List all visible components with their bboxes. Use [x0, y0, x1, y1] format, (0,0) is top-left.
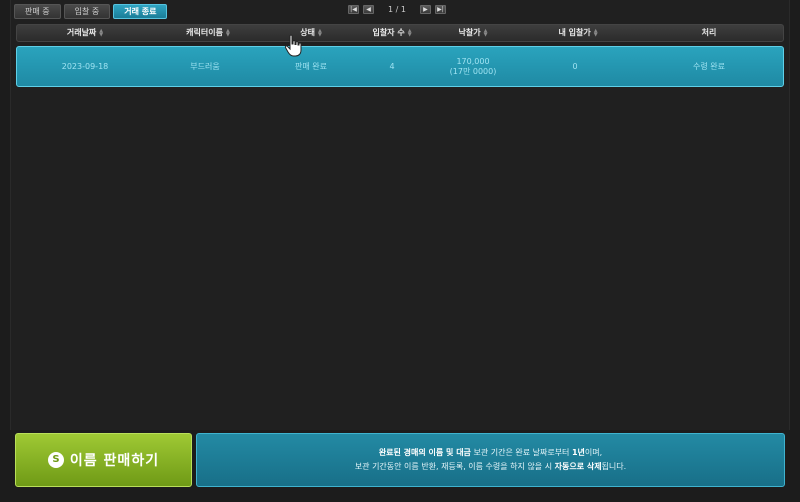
last-page-button[interactable]: ▶| [434, 4, 446, 14]
col-date[interactable]: 거래날짜 ▲ ▼ [67, 25, 103, 41]
cell-character: 부드러움 [190, 61, 220, 71]
sort-icon: ▲ ▼ [407, 27, 412, 38]
tab-bidding[interactable]: 입찰 중 [63, 4, 111, 19]
pagination: |◀ ◀ 1 / 1 ▶ ▶| [348, 4, 450, 14]
cell-price: 170,000 (17만 0000) [450, 47, 497, 86]
sort-icon: ▲ ▼ [317, 27, 322, 38]
sort-icon: ▲ ▼ [593, 27, 598, 38]
cell-action: 수령 완료 [693, 61, 725, 71]
first-page-button[interactable]: |◀ [348, 4, 359, 14]
prev-page-button[interactable]: ◀ [363, 4, 374, 14]
col-price[interactable]: 낙찰가 ▲ ▼ [459, 25, 488, 41]
info-line-2: 보관 기간동안 이름 반환, 재등록, 이름 수령을 하지 않을 시 자동으로 … [354, 462, 627, 471]
tab-selling[interactable]: 판매 중 [14, 4, 61, 19]
table-row[interactable]: 2023-09-18 부드러움 판매 완료 4 170,000 (17만 000… [16, 46, 784, 87]
col-character[interactable]: 캐릭터이름 ▲ ▼ [186, 25, 230, 41]
page-indicator: 1 / 1 [388, 4, 406, 14]
price-value: 170,000 [456, 56, 490, 66]
sort-icon: ▲ ▼ [483, 27, 488, 38]
tab-completed[interactable]: 거래 종료 [113, 4, 168, 19]
price-korean: (17만 0000) [449, 66, 497, 76]
col-my-bid[interactable]: 내 입찰가 ▲ ▼ [558, 25, 597, 41]
cell-date: 2023-09-18 [61, 61, 109, 71]
sort-icon: ▲ ▼ [225, 27, 230, 38]
coin-icon: S [47, 452, 64, 468]
next-page-button[interactable]: ▶ [419, 4, 431, 14]
table-header: 거래날짜 ▲ ▼ 캐릭터이름 ▲ ▼ 상태 ▲ ▼ 입찰자 수 ▲ ▼ 낙찰가 ▲ ▼ 내 입찰가 ▲… [16, 24, 784, 42]
info-notice: 완료된 경매의 이름 및 대금 보관 기간은 완료 날짜로부터 1년이며, 보관… [196, 433, 785, 487]
hand-cursor-icon [284, 34, 304, 62]
sell-button-label: 이름 판매하기 [69, 453, 160, 469]
tab-bar: 판매 중 입찰 중 거래 종료 [14, 4, 168, 19]
sort-icon: ▲ ▼ [99, 27, 104, 38]
col-bidders[interactable]: 입찰자 수 ▲ ▼ [372, 25, 411, 41]
cell-bidders: 4 [389, 61, 395, 71]
info-line-1: 완료된 경매의 이름 및 대금 보관 기간은 완료 날짜로부터 1년이며, [378, 448, 603, 457]
sell-name-button[interactable]: S 이름 판매하기 [15, 433, 192, 487]
cell-my-bid: 0 [572, 61, 578, 71]
col-action: 처리 [701, 28, 717, 37]
